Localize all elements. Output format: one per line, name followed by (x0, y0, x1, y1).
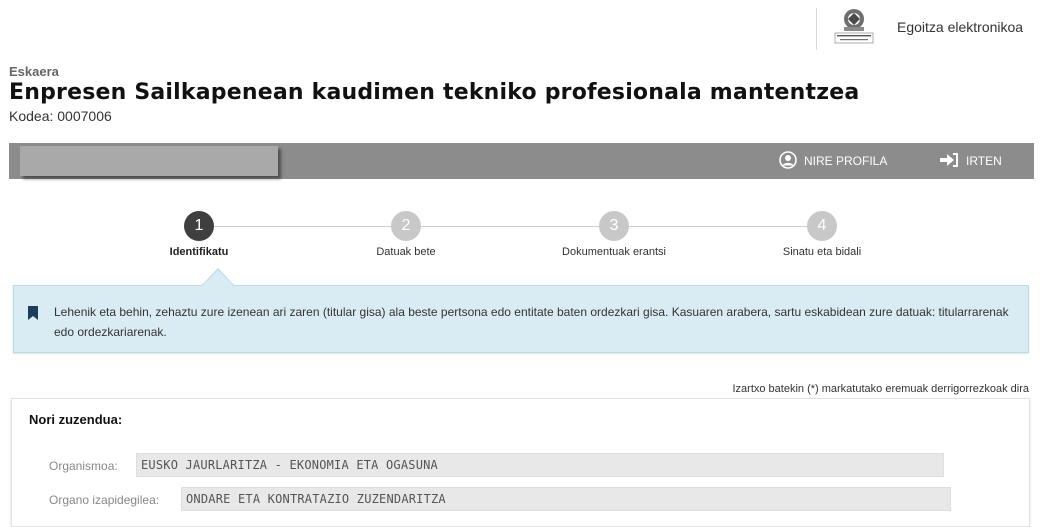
site-header: Egoitza elektronikoa (0, 0, 1043, 55)
recipient-panel: Nori zuzendua: Organismoa: EUSKO JAURLAR… (11, 398, 1030, 527)
user-circle-icon (779, 150, 804, 172)
user-navbar: NIRE PROFILA IRTEN (9, 143, 1034, 179)
site-title[interactable]: Egoitza elektronikoa (897, 19, 1023, 35)
processing-body-label: Organo izapidegilea: (49, 493, 160, 507)
organism-field: EUSKO JAURLARITZA - EKONOMIA ETA OGASUNA (136, 453, 944, 477)
panel-title: Nori zuzendua: (29, 412, 123, 427)
my-profile-label: NIRE PROFILA (804, 154, 888, 168)
organism-label: Organismoa: (49, 459, 118, 473)
info-pointer-fill (202, 270, 234, 286)
step-identify: 1 Identifikatu (119, 211, 279, 258)
exit-label: IRTEN (966, 154, 1002, 168)
my-profile-link[interactable]: NIRE PROFILA (779, 143, 887, 179)
progress-stepper: 1 Identifikatu 2 Datuak bete 3 Dokumentu… (0, 195, 1043, 265)
basque-government-logo[interactable] (832, 6, 876, 46)
step-fill-data: 2 Datuak bete (326, 211, 486, 258)
info-message: Lehenik eta behin, zehaztu zure izenean … (13, 285, 1029, 353)
processing-body-field: ONDARE ETA KONTRATAZIO ZUZENDARITZA (181, 487, 951, 511)
stepper-line (199, 226, 822, 227)
required-fields-note: Izartxo batekin (*) markatutako eremuak … (732, 383, 1029, 395)
step-label: Dokumentuak erantsi (562, 246, 666, 258)
step-sign-send: 4 Sinatu eta bidali (742, 211, 902, 258)
step-number: 4 (807, 211, 837, 241)
procedure-code: Kodea: 0007006 (9, 108, 112, 124)
user-name-placeholder (20, 146, 278, 176)
sign-out-icon (939, 152, 966, 171)
exit-link[interactable]: IRTEN (939, 143, 1002, 179)
step-attach-documents: 3 Dokumentuak erantsi (534, 211, 694, 258)
page-kicker: Eskaera (9, 64, 59, 79)
page-title: Enpresen Sailkapenean kaudimen tekniko p… (9, 80, 860, 105)
step-number: 2 (391, 211, 421, 241)
step-number: 1 (184, 211, 214, 241)
info-text: Lehenik eta behin, zehaztu zure izenean … (54, 305, 1009, 339)
step-number: 3 (599, 211, 629, 241)
step-label: Identifikatu (169, 246, 229, 258)
step-label: Sinatu eta bidali (782, 246, 862, 258)
header-divider (816, 8, 817, 50)
bookmark-icon (28, 306, 38, 320)
step-label: Datuak bete (376, 246, 436, 258)
